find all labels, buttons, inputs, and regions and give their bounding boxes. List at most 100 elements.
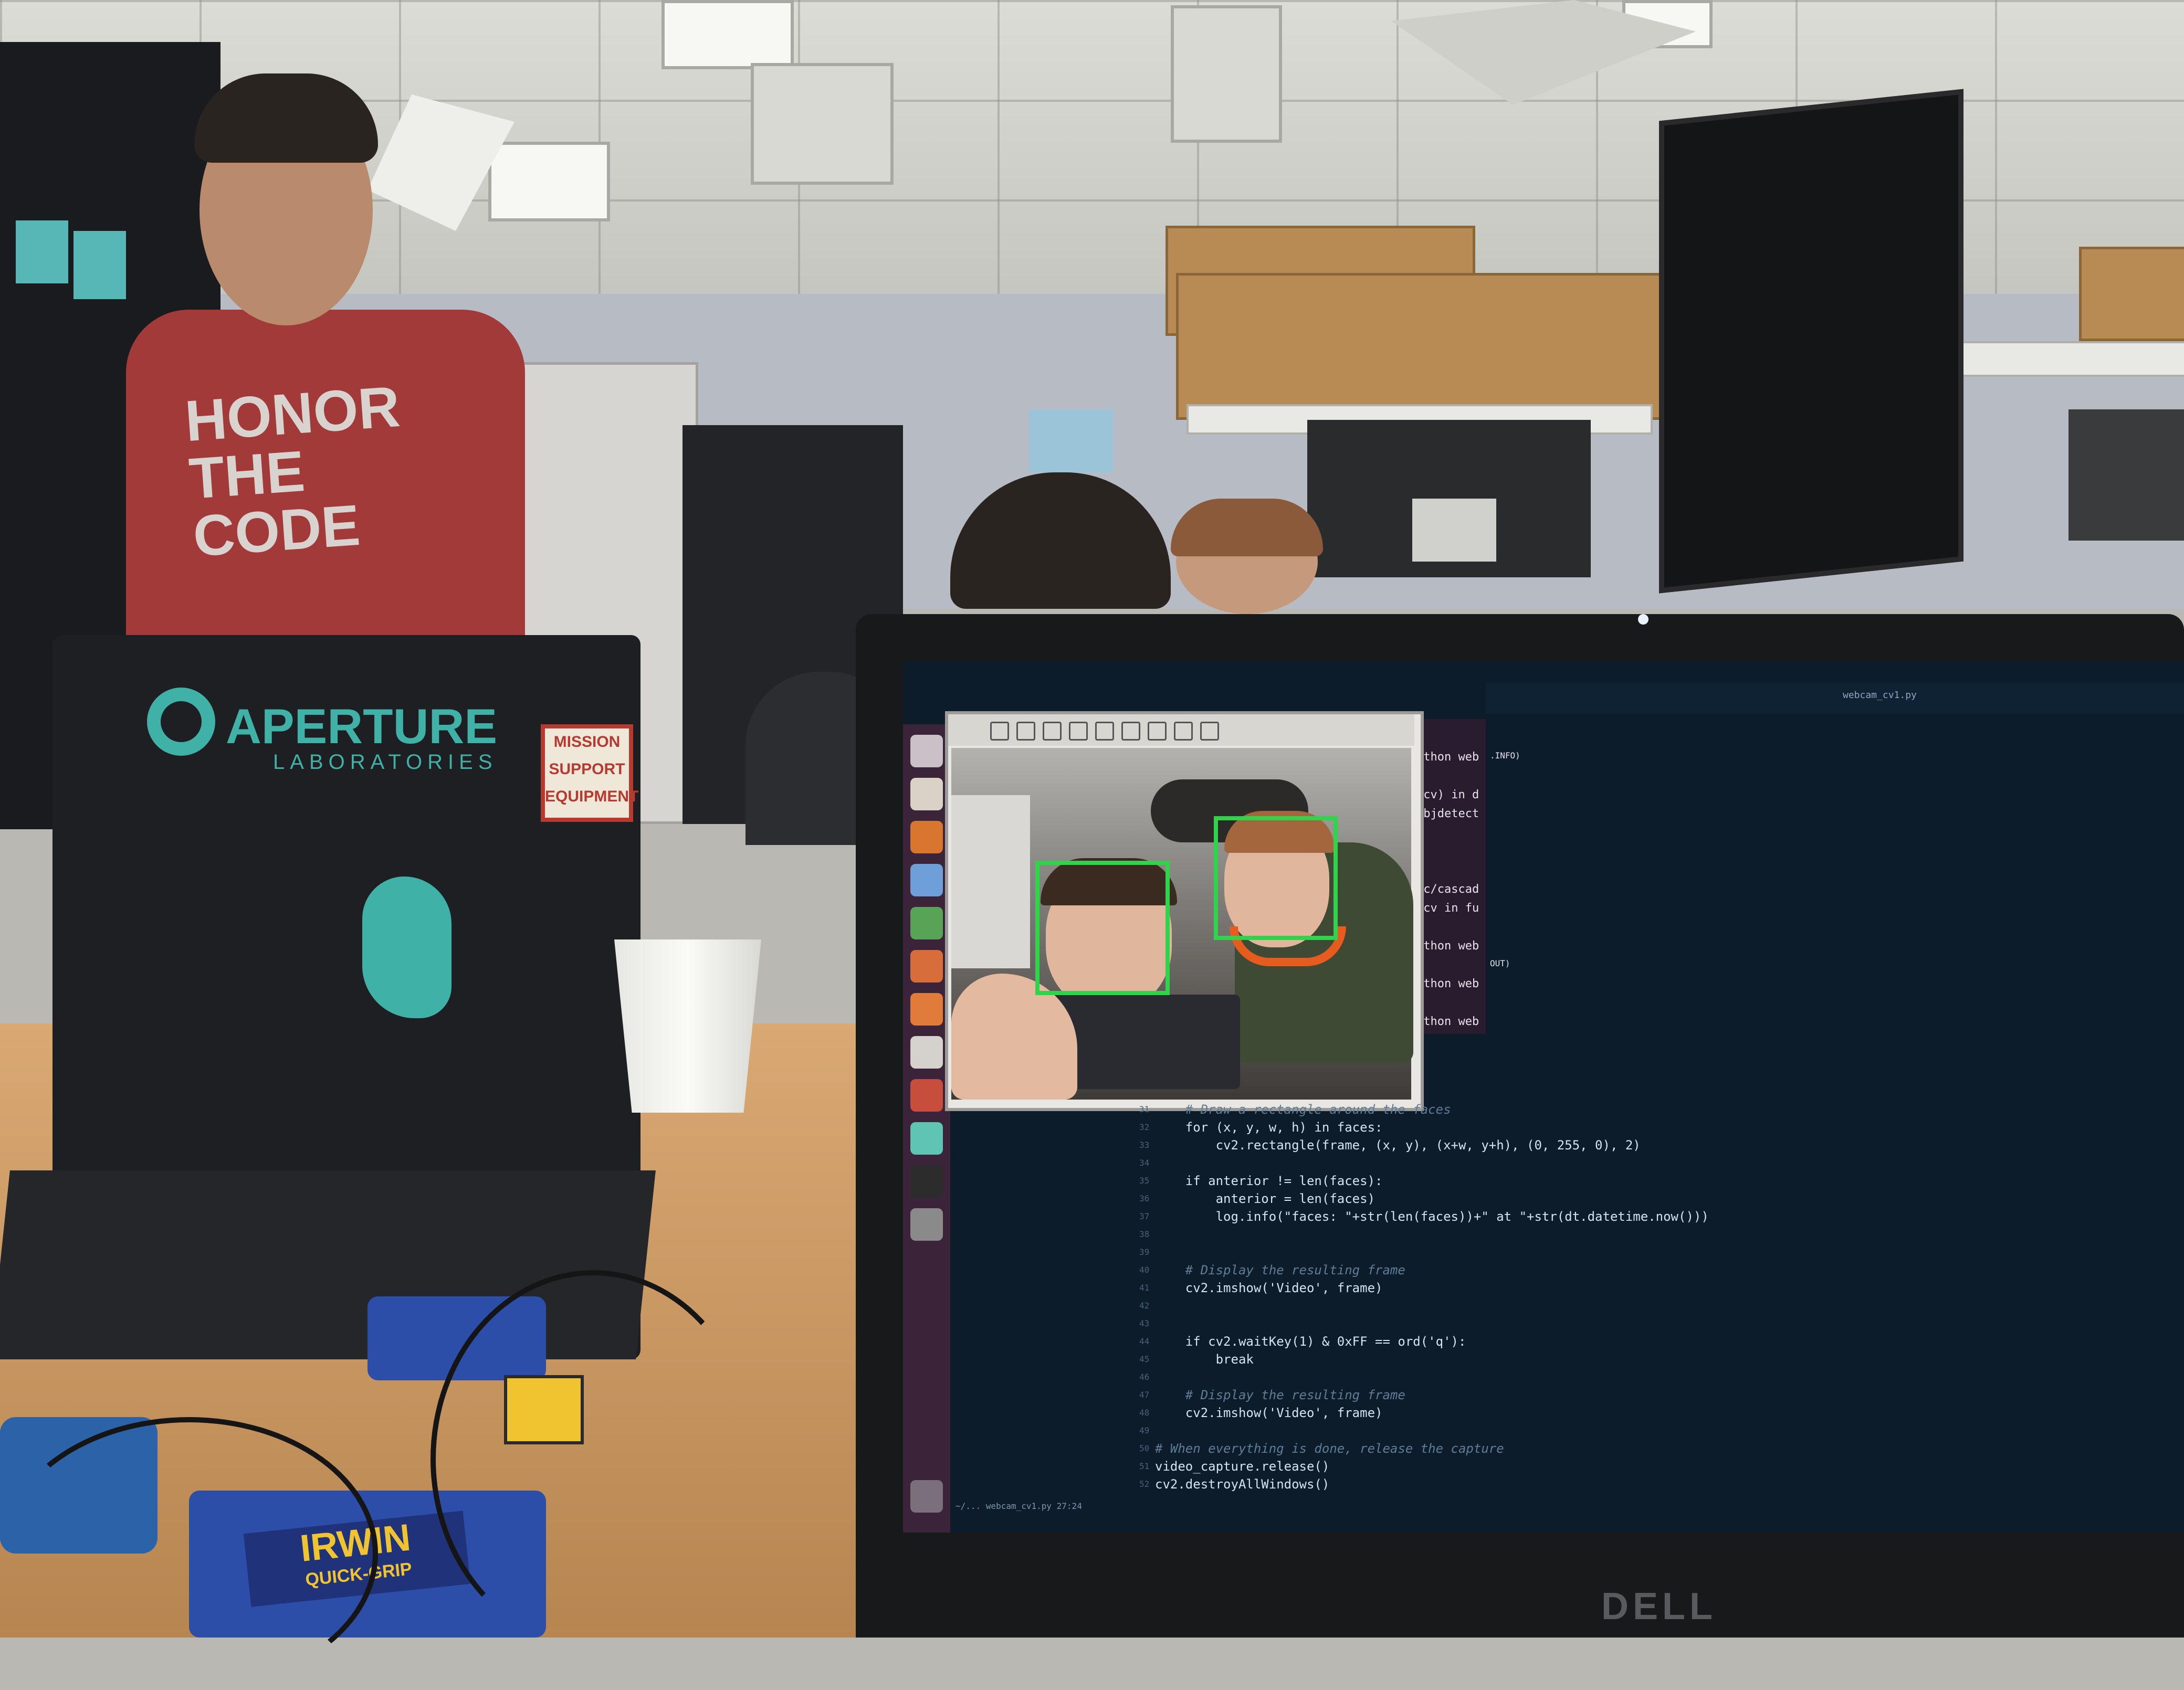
toolbar-button[interactable] <box>1069 722 1088 741</box>
code-line: log.info("faces: "+str(len(faces))+" at … <box>1155 1209 1709 1224</box>
foam-cup <box>614 939 761 1113</box>
sticker-line-2: SUPPORT <box>549 761 625 778</box>
files-icon[interactable] <box>910 778 943 810</box>
video-toolbar <box>948 714 1414 746</box>
sticker-line-1: MISSION <box>553 733 621 751</box>
code-line: # Display the resulting frame <box>1155 1388 1405 1402</box>
creature-sticker <box>362 876 452 1018</box>
code-line: break <box>1155 1352 1254 1367</box>
editor-status-bar: ~/... webcam_cv1.py 27:24 <box>956 1501 1082 1511</box>
code-line: if cv2.waitKey(1) & 0xFF == ord('q'): <box>1155 1334 1466 1349</box>
code-line: for (x, y, w, h) in faces: <box>1155 1120 1383 1135</box>
foam-block <box>1029 409 1113 472</box>
libreoffice-impress-icon[interactable] <box>910 950 943 983</box>
toolbar-button[interactable] <box>1095 722 1114 741</box>
line-number: 34 <box>1139 1158 1150 1168</box>
terminal-line: objdetect <box>1416 807 1479 820</box>
line-number: 43 <box>1139 1318 1150 1328</box>
terminal-line: _cv in fu <box>1416 902 1479 915</box>
code-line: cv2.destroyAllWindows() <box>1155 1477 1330 1492</box>
cardboard-box-2 <box>1176 273 1717 420</box>
sticker-line-3: EQUIPMENT <box>545 788 639 805</box>
toolbar-button[interactable] <box>1174 722 1193 741</box>
terminal-icon[interactable] <box>910 1165 943 1198</box>
line-number: 49 <box>1139 1425 1150 1435</box>
line-number: 35 <box>1139 1176 1150 1186</box>
code-line: if anterior != len(faces): <box>1155 1174 1383 1188</box>
terminal-line: ython web <box>1416 977 1479 990</box>
firefox-icon[interactable] <box>910 821 943 853</box>
code-editor[interactable]: # Draw a rectangle around the faces for … <box>1155 1102 1732 1501</box>
seated-person-hair-2 <box>1171 499 1323 556</box>
line-number: 47 <box>1139 1390 1150 1400</box>
line-number: 33 <box>1139 1140 1150 1150</box>
background-paper <box>951 795 1030 968</box>
terminal-line: ython web <box>1416 1015 1479 1028</box>
line-number: 52 <box>1139 1479 1150 1489</box>
line-number: 37 <box>1139 1211 1150 1221</box>
code-line: # When everything is done, release the c… <box>1155 1441 1504 1456</box>
dell-logo: DELL <box>1601 1586 1717 1628</box>
code-line: anterior = len(faces) <box>1155 1191 1376 1206</box>
code-line: # Display the resulting frame <box>1155 1263 1405 1277</box>
editor-tab[interactable]: webcam_cv1.py <box>1843 690 1917 701</box>
lab-equipment-2 <box>2068 409 2184 541</box>
code-line: video_capture.release() <box>1155 1459 1330 1474</box>
libreoffice-writer-icon[interactable] <box>910 864 943 896</box>
toolbar-button[interactable] <box>1043 722 1062 741</box>
settings-icon[interactable] <box>910 1079 943 1112</box>
cable <box>430 1270 756 1648</box>
line-number: 39 <box>1139 1247 1150 1257</box>
terminal-line: .INFO) <box>1490 751 1520 761</box>
face-detection-box <box>1214 816 1338 940</box>
face-detection-box <box>1035 861 1170 995</box>
terminal-line: ython web <box>1416 751 1479 764</box>
line-number: 40 <box>1139 1265 1150 1275</box>
drive-icon[interactable] <box>910 1208 943 1241</box>
line-number: 31 <box>1139 1104 1150 1114</box>
line-number: 51 <box>1139 1461 1150 1471</box>
trash-icon[interactable] <box>910 1480 943 1513</box>
amazon-icon[interactable] <box>910 1036 943 1069</box>
ceiling-vent-2 <box>1171 5 1282 143</box>
ceiling-light <box>662 0 794 69</box>
ceiling-light-3 <box>488 142 610 221</box>
toolbar-button[interactable] <box>1148 722 1167 741</box>
mission-support-sticker: MISSION SUPPORT EQUIPMENT <box>541 724 639 822</box>
ubuntu-launcher <box>903 724 950 1533</box>
toolbar-button[interactable] <box>990 722 1009 741</box>
webcam-light <box>1638 614 1648 625</box>
libreoffice-calc-icon[interactable] <box>910 907 943 939</box>
toolbar-button[interactable] <box>1121 722 1140 741</box>
background-monitor <box>1659 89 1964 594</box>
ubuntu-dash-icon[interactable] <box>910 735 943 767</box>
power-supply <box>1412 499 1496 562</box>
sticky-note <box>16 220 68 283</box>
line-number: 32 <box>1139 1122 1150 1132</box>
editor-tab-bar: webcam_cv1.py <box>1486 682 2184 714</box>
code-line: cv2.rectangle(frame, (x, y), (x+w, y+h),… <box>1155 1138 1641 1153</box>
line-number: 48 <box>1139 1408 1150 1418</box>
shirt-text: HONOR THE CODE <box>183 374 402 569</box>
shelf-2 <box>1942 341 2184 377</box>
aperture-logo-text: APERTURE <box>226 699 498 754</box>
code-line: # Draw a rectangle around the faces <box>1155 1102 1451 1117</box>
line-number: 38 <box>1139 1229 1150 1239</box>
terminal-line: OUT) <box>1490 958 1510 968</box>
line-number: 46 <box>1139 1372 1150 1382</box>
terminal-line: ython web <box>1416 939 1479 953</box>
ceiling-vent <box>751 63 894 185</box>
line-number: 41 <box>1139 1283 1150 1293</box>
terminal-line: rc/cascad <box>1416 883 1479 896</box>
software-center-icon[interactable] <box>910 993 943 1026</box>
cable-2 <box>0 1417 378 1690</box>
phone <box>1051 995 1240 1089</box>
aperture-logo-icon <box>147 688 215 756</box>
webcam-feed <box>951 748 1413 1100</box>
app-icon[interactable] <box>910 1122 943 1155</box>
line-number: 36 <box>1139 1193 1150 1203</box>
toolbar-button[interactable] <box>1200 722 1219 741</box>
line-number: 50 <box>1139 1443 1150 1453</box>
terminal-line: _cv) in d <box>1416 788 1479 801</box>
toolbar-button[interactable] <box>1016 722 1035 741</box>
